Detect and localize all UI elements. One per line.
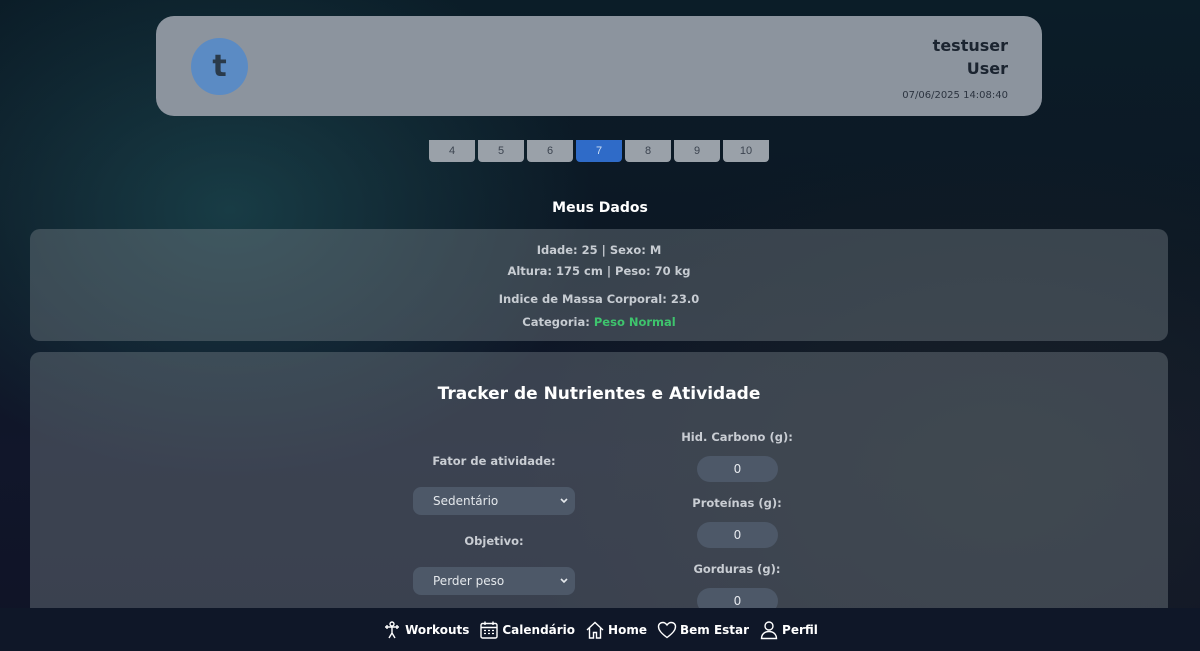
- fat-label: Gorduras (g):: [693, 562, 781, 576]
- my-data-title: Meus Dados: [552, 200, 648, 216]
- nav-wellbeing[interactable]: Bem Estar: [657, 620, 749, 640]
- day-button[interactable]: 8: [625, 140, 671, 162]
- protein-input[interactable]: 0: [697, 522, 778, 548]
- day-button-active[interactable]: 7: [576, 140, 622, 162]
- height-weight-text: Altura: 175 cm | Peso: 70 kg: [507, 264, 691, 278]
- tracker-title: Tracker de Nutrientes e Atividade: [437, 384, 761, 404]
- nav-profile[interactable]: Perfil: [759, 620, 818, 640]
- day-button[interactable]: 10: [723, 140, 769, 162]
- nav-calendar[interactable]: Calendário: [479, 620, 575, 640]
- goal-select[interactable]: Perder peso: [413, 567, 575, 595]
- bmi-category: Categoria: Peso Normal: [30, 315, 1168, 329]
- home-icon: [585, 620, 605, 640]
- bmi-text: Indice de Massa Corporal: 23.0: [498, 292, 700, 306]
- carbs-input[interactable]: 0: [697, 456, 778, 482]
- nav-home-label: Home: [608, 622, 647, 637]
- carbs-label: Hid. Carbono (g):: [681, 430, 793, 444]
- nav-calendar-label: Calendário: [502, 622, 576, 637]
- avatar[interactable]: t: [191, 38, 248, 95]
- protein-label: Proteínas (g):: [692, 496, 782, 510]
- day-selector: 4 5 6 7 8 9 10: [429, 140, 769, 162]
- day-button[interactable]: 6: [527, 140, 573, 162]
- age-sex-text: Idade: 25 | Sexo: M: [536, 243, 662, 257]
- activity-factor-select[interactable]: Sedentário: [413, 487, 575, 515]
- my-data-panel: Idade: 25 | Sexo: M Altura: 175 cm | Pes…: [30, 229, 1168, 341]
- nav-profile-label: Perfil: [782, 622, 818, 637]
- current-timestamp: 07/06/2025 14:08:40: [902, 90, 1008, 101]
- profile-header-card: t testuser User 07/06/2025 14:08:40: [156, 16, 1042, 116]
- tracker-panel: Tracker de Nutrientes e Atividade Fator …: [30, 352, 1168, 614]
- nav-workouts[interactable]: Workouts: [382, 620, 469, 640]
- bottom-nav: Workouts Calendário Home Bem Estar Perfi…: [0, 608, 1200, 651]
- goal-label: Objetivo:: [464, 534, 524, 548]
- chevron-down-icon: [559, 567, 569, 606]
- goal-value: Perder peso: [433, 574, 505, 588]
- heart-icon: [657, 620, 677, 640]
- day-button[interactable]: 4: [429, 140, 475, 162]
- user-role: User: [966, 59, 1008, 78]
- day-button[interactable]: 9: [674, 140, 720, 162]
- activity-factor-value: Sedentário: [433, 494, 499, 508]
- category-label: Categoria:: [522, 315, 590, 329]
- user-info: testuser User 07/06/2025 14:08:40: [902, 34, 1008, 101]
- calendar-icon: [479, 620, 499, 640]
- user-icon: [759, 620, 779, 640]
- nav-wellbeing-label: Bem Estar: [679, 622, 750, 637]
- chevron-down-icon: [559, 487, 569, 526]
- nav-home[interactable]: Home: [585, 620, 647, 640]
- username: testuser: [932, 36, 1008, 55]
- activity-factor-label: Fator de atividade:: [432, 454, 556, 468]
- dumbbell-icon: [382, 620, 402, 640]
- day-button[interactable]: 5: [478, 140, 524, 162]
- nav-workouts-label: Workouts: [405, 622, 470, 637]
- category-value: Peso Normal: [593, 315, 676, 329]
